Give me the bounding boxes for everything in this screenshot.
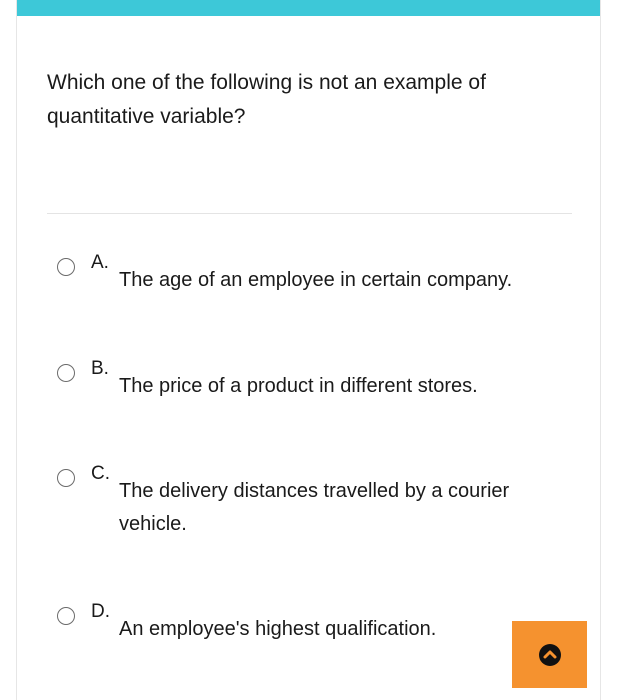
question-text: Which one of the following is not an exa…	[47, 71, 486, 128]
question-card: Which one of the following is not an exa…	[16, 0, 601, 700]
option-text: The age of an employee in certain compan…	[119, 269, 513, 291]
option-letter: A.	[91, 252, 109, 273]
option-letter: C.	[91, 463, 110, 484]
chevron-up-icon	[538, 643, 561, 666]
option-letter: B.	[91, 358, 109, 379]
option-text: The price of a product in different stor…	[119, 375, 478, 397]
radio-button[interactable]	[57, 607, 75, 625]
scroll-to-top-button[interactable]	[512, 621, 587, 688]
radio-button[interactable]	[57, 258, 75, 276]
divider	[47, 213, 572, 214]
option-text: An employee's highest qualification.	[119, 618, 437, 640]
option-letter: D.	[91, 601, 110, 622]
header-accent-bar	[17, 0, 600, 16]
radio-button[interactable]	[57, 364, 75, 382]
radio-button[interactable]	[57, 469, 75, 487]
option-text: The delivery distances travelled by a co…	[119, 480, 510, 535]
